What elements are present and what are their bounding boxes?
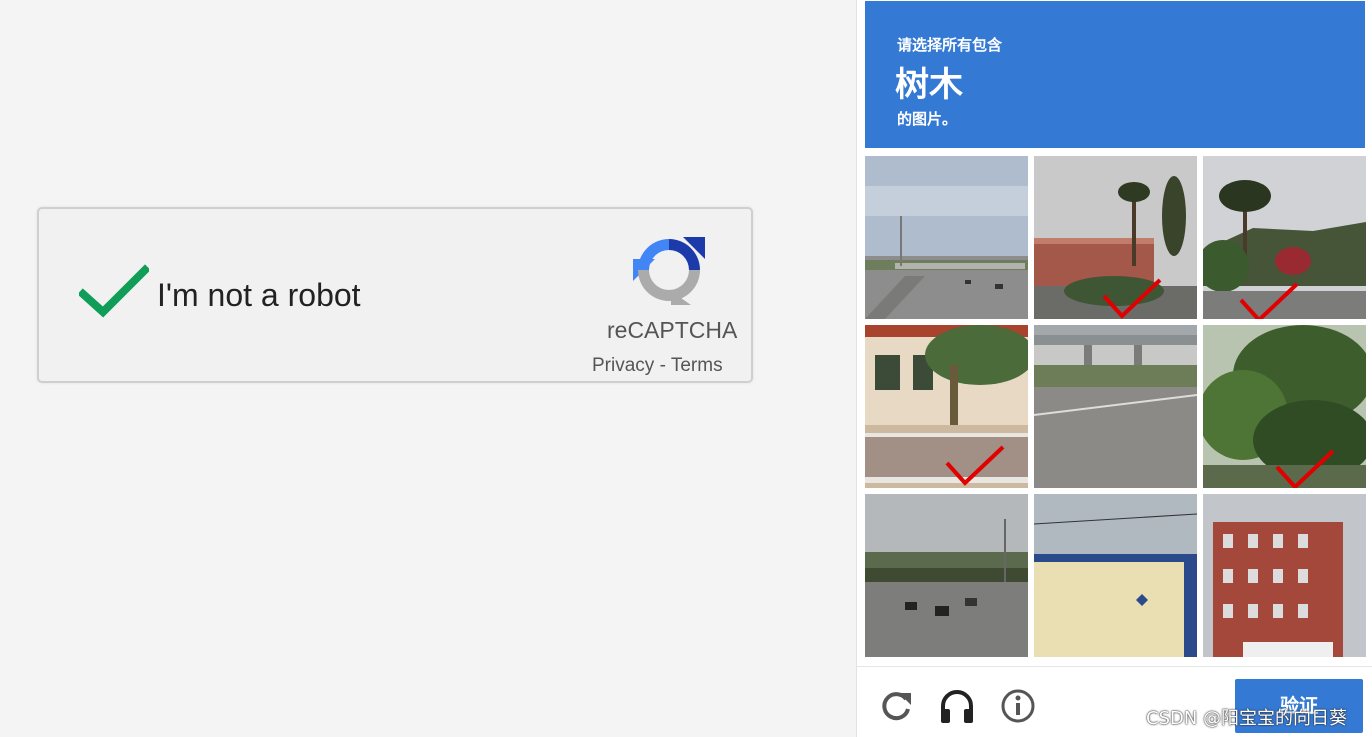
image-tile-9[interactable]	[1203, 494, 1366, 657]
checkmark-icon[interactable]	[79, 264, 149, 320]
building-image	[1034, 494, 1197, 657]
reload-icon[interactable]	[877, 687, 915, 725]
not-a-robot-label: I'm not a robot	[157, 277, 361, 313]
apartment-image	[1203, 494, 1366, 657]
csdn-watermark: CSDN @阳宝宝的向日葵	[1146, 708, 1348, 729]
freeway-image	[865, 494, 1028, 657]
headphones-icon[interactable]	[938, 687, 976, 725]
instruction-text: 请选择所有包含	[897, 36, 1003, 54]
image-tile-7[interactable]	[865, 494, 1028, 657]
image-challenge-panel: 请选择所有包含 树木 的图片。 验证	[856, 0, 1372, 737]
image-tile-5[interactable]	[1034, 325, 1197, 488]
image-tile-3[interactable]	[1203, 156, 1366, 319]
selected-check-icon	[1275, 449, 1335, 488]
recaptcha-checkbox-widget: I'm not a robot reCAPTCHA Privacy - Term…	[37, 207, 753, 383]
instruction-suffix: 的图片。	[897, 110, 958, 128]
privacy-link[interactable]: Privacy	[592, 355, 654, 376]
target-object: 树木	[895, 65, 963, 105]
road-image	[1034, 325, 1197, 488]
challenge-header: 请选择所有包含 树木 的图片。	[865, 1, 1365, 148]
links-separator: -	[654, 355, 671, 376]
recaptcha-brand: reCAPTCHA	[607, 317, 738, 343]
info-icon[interactable]	[999, 687, 1037, 725]
selected-check-icon	[1239, 282, 1299, 319]
image-tile-4[interactable]	[865, 325, 1028, 488]
highway-image	[865, 156, 1028, 319]
privacy-terms-links: Privacy - Terms	[592, 355, 723, 377]
terms-link[interactable]: Terms	[671, 355, 723, 376]
recaptcha-logo-icon	[633, 237, 705, 305]
image-grid	[865, 156, 1367, 658]
selected-check-icon	[1102, 278, 1162, 319]
image-tile-6[interactable]	[1203, 325, 1366, 488]
image-tile-8[interactable]	[1034, 494, 1197, 657]
image-tile-2[interactable]	[1034, 156, 1197, 319]
selected-check-icon	[945, 445, 1005, 486]
image-tile-1[interactable]	[865, 156, 1028, 319]
